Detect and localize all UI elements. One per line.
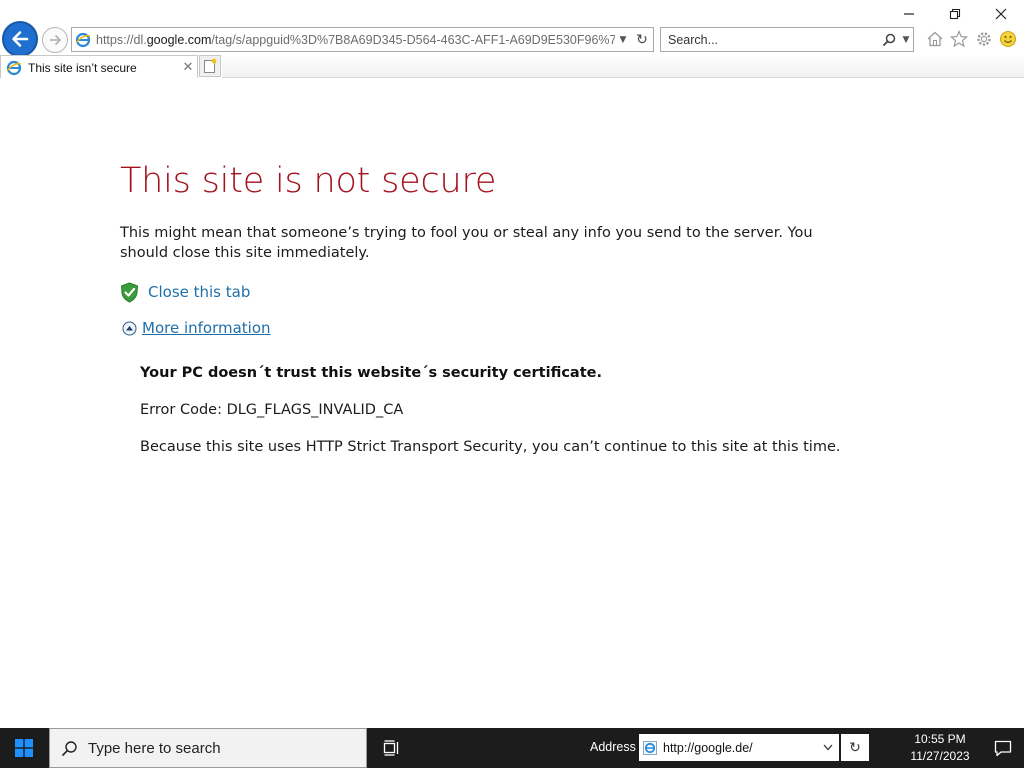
search-icon[interactable] <box>879 33 899 47</box>
address-bar[interactable]: https://dl.google.com/tag/s/appguid%3D%7… <box>71 27 654 52</box>
home-icon[interactable] <box>924 28 946 50</box>
tab-close-icon[interactable]: ✕ <box>179 60 197 75</box>
taskbar-search-box[interactable]: Type here to search <box>49 728 367 768</box>
screen: https://dl.google.com/tag/s/appguid%3D%7… <box>0 0 1024 768</box>
clock-date: 11/27/2023 <box>910 749 970 763</box>
smiley-feedback-icon[interactable] <box>997 28 1019 50</box>
back-button[interactable] <box>2 21 38 57</box>
address-dropdown-icon[interactable]: ▼ <box>615 35 631 45</box>
refresh-icon[interactable]: ↻ <box>841 734 869 761</box>
more-information-link[interactable]: More information <box>142 319 271 337</box>
new-tab-button[interactable] <box>199 55 221 77</box>
error-description: This might mean that someone’s trying to… <box>120 225 813 261</box>
task-view-button[interactable] <box>376 728 408 768</box>
minimize-icon <box>904 13 914 15</box>
address-url[interactable]: https://dl.google.com/tag/s/appguid%3D%7… <box>94 33 615 47</box>
favorites-star-icon[interactable] <box>948 28 970 50</box>
page-content: This site is not secure This might mean … <box>0 78 1024 728</box>
address-toolbar-value[interactable]: http://google.de/ <box>661 741 817 755</box>
tab-active[interactable]: This site isn’t secure ✕ <box>0 55 198 79</box>
url-path: /tag/s/appguid%3D%7B8A69D345-D564-463C-A… <box>211 32 615 47</box>
taskbar: Type here to search Address http://googl… <box>0 728 1024 768</box>
close-window-button[interactable] <box>978 0 1024 28</box>
address-toolbar-input[interactable]: http://google.de/ <box>639 734 839 761</box>
error-code: Error Code: DLG_FLAGS_INVALID_CA <box>140 402 404 418</box>
ie-tab-icon <box>3 57 25 79</box>
url-domain: google.com <box>146 32 212 47</box>
clock-time: 10:55 PM <box>914 732 966 746</box>
page-title: This site is not secure <box>120 161 497 201</box>
ie-page-icon <box>72 28 94 51</box>
green-shield-check-icon <box>120 281 139 303</box>
notification-icon <box>994 740 1012 756</box>
action-center-button[interactable] <box>982 728 1024 768</box>
hsts-message: Because this site uses HTTP Strict Trans… <box>140 439 841 455</box>
refresh-icon[interactable]: ↻ <box>631 32 653 48</box>
browser-chrome: https://dl.google.com/tag/s/appguid%3D%7… <box>0 0 1024 79</box>
close-tab-row[interactable]: Close this tab <box>120 281 250 303</box>
taskbar-search-placeholder[interactable]: Type here to search <box>88 740 221 757</box>
search-box[interactable]: Search... ▼ <box>660 27 914 52</box>
search-dropdown-icon[interactable]: ▼ <box>899 35 913 45</box>
arrow-right-icon <box>50 34 62 46</box>
restore-icon <box>949 8 961 20</box>
arrow-left-icon <box>12 31 29 47</box>
new-tab-icon <box>204 58 217 73</box>
gear-icon[interactable] <box>973 28 995 50</box>
forward-button[interactable] <box>42 27 68 53</box>
chevron-down-icon[interactable] <box>817 744 839 751</box>
task-view-icon <box>383 740 399 756</box>
tab-strip <box>222 55 1024 78</box>
close-tab-link[interactable]: Close this tab <box>148 283 250 301</box>
restore-button[interactable] <box>932 0 978 28</box>
windows-logo-icon <box>15 739 33 757</box>
certificate-warning-heading: Your PC doesn´t trust this website´s sec… <box>140 365 602 381</box>
collapse-chevron-up-icon[interactable] <box>122 321 137 336</box>
address-toolbar-label: Address <box>590 740 636 754</box>
system-clock[interactable]: 10:55 PM 11/27/2023 <box>900 731 980 765</box>
url-prefix: https://dl. <box>96 32 147 47</box>
search-icon <box>50 740 88 757</box>
ie-page-icon <box>639 740 661 756</box>
start-button[interactable] <box>0 728 48 768</box>
more-information-row[interactable]: More information <box>122 318 271 338</box>
search-input[interactable]: Search... <box>661 33 879 47</box>
minimize-button[interactable] <box>886 0 932 28</box>
tab-title: This site isn’t secure <box>28 60 137 75</box>
close-icon <box>995 8 1007 20</box>
